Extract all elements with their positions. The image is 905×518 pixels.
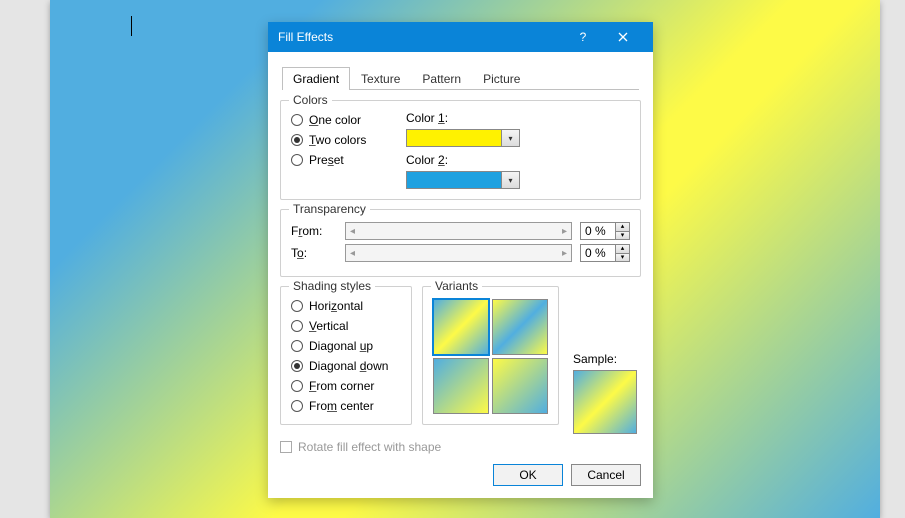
radio-label: One color — [309, 113, 361, 127]
close-button[interactable] — [603, 22, 643, 52]
radio-label: Two colors — [309, 133, 366, 147]
radio-one-color[interactable]: One color — [291, 113, 406, 127]
variant-3[interactable] — [433, 358, 489, 414]
radio-icon — [291, 360, 303, 372]
color1-dropdown-button[interactable]: ▾ — [502, 129, 520, 147]
tab-pattern[interactable]: Pattern — [411, 67, 472, 90]
fill-effects-dialog: Fill Effects ? Gradient Texture Pattern … — [268, 22, 653, 498]
radio-label: Horizontal — [309, 299, 363, 313]
radio-from-corner[interactable]: From corner — [291, 379, 401, 393]
close-icon — [618, 32, 628, 42]
from-label: From: — [291, 224, 337, 238]
radio-label: Diagonal up — [309, 339, 373, 353]
radio-icon — [291, 134, 303, 146]
color2-dropdown-button[interactable]: ▾ — [502, 171, 520, 189]
tab-gradient[interactable]: Gradient — [282, 67, 350, 90]
sample-preview — [573, 370, 637, 434]
sample-area: Sample: — [569, 286, 641, 434]
radio-label: Diagonal down — [309, 359, 388, 373]
chevron-down-icon: ▾ — [508, 134, 512, 143]
color1-label: Color 1: — [406, 111, 630, 125]
tab-texture[interactable]: Texture — [350, 67, 411, 90]
radio-icon — [291, 154, 303, 166]
dialog-title: Fill Effects — [278, 30, 563, 44]
rotate-checkbox — [280, 441, 292, 453]
rotate-checkbox-row: Rotate fill effect with shape — [280, 440, 641, 454]
tab-picture[interactable]: Picture — [472, 67, 531, 90]
radio-icon — [291, 380, 303, 392]
shading-group: Shading styles Horizontal Vertical Diago… — [280, 286, 412, 425]
radio-label: From center — [309, 399, 374, 413]
ok-button[interactable]: OK — [493, 464, 563, 486]
color1-swatch[interactable] — [406, 129, 502, 147]
chevron-down-icon: ▾ — [508, 176, 512, 185]
radio-label: Vertical — [309, 319, 348, 333]
slider-left-icon: ◂ — [350, 226, 355, 237]
colors-group-label: Colors — [289, 93, 332, 107]
sample-label: Sample: — [573, 352, 617, 366]
from-spinner[interactable]: ▴▾ — [616, 222, 630, 240]
radio-diagonal-up[interactable]: Diagonal up — [291, 339, 401, 353]
radio-icon — [291, 114, 303, 126]
variant-1[interactable] — [433, 299, 489, 355]
slider-right-icon: ▸ — [562, 248, 567, 259]
to-slider[interactable]: ◂▸ — [345, 244, 572, 262]
transparency-group: Transparency From: ◂▸ 0 % ▴▾ To: ◂▸ 0 % … — [280, 209, 641, 277]
radio-label: Preset — [309, 153, 344, 167]
variants-group: Variants — [422, 286, 559, 425]
spinner-up-icon: ▴ — [616, 244, 630, 253]
cancel-button[interactable]: Cancel — [571, 464, 641, 486]
to-value[interactable]: 0 % — [580, 244, 616, 262]
variant-4[interactable] — [492, 358, 548, 414]
radio-from-center[interactable]: From center — [291, 399, 401, 413]
radio-two-colors[interactable]: Two colors — [291, 133, 406, 147]
from-slider[interactable]: ◂▸ — [345, 222, 572, 240]
variants-label: Variants — [431, 279, 482, 293]
radio-icon — [291, 400, 303, 412]
spinner-up-icon: ▴ — [616, 222, 630, 231]
to-spinner[interactable]: ▴▾ — [616, 244, 630, 262]
color2-swatch[interactable] — [406, 171, 502, 189]
radio-horizontal[interactable]: Horizontal — [291, 299, 401, 313]
radio-preset[interactable]: Preset — [291, 153, 406, 167]
text-cursor — [131, 16, 132, 36]
radio-icon — [291, 320, 303, 332]
slider-right-icon: ▸ — [562, 226, 567, 237]
radio-icon — [291, 340, 303, 352]
radio-diagonal-down[interactable]: Diagonal down — [291, 359, 401, 373]
help-button[interactable]: ? — [563, 22, 603, 52]
variant-2[interactable] — [492, 299, 548, 355]
slider-left-icon: ◂ — [350, 248, 355, 259]
colors-group: Colors One color Two colors Preset — [280, 100, 641, 200]
from-value[interactable]: 0 % — [580, 222, 616, 240]
spinner-down-icon: ▾ — [616, 253, 630, 263]
dialog-titlebar: Fill Effects ? — [268, 22, 653, 52]
to-label: To: — [291, 246, 337, 260]
radio-icon — [291, 300, 303, 312]
shading-group-label: Shading styles — [289, 279, 375, 293]
transparency-group-label: Transparency — [289, 202, 370, 216]
radio-label: From corner — [309, 379, 374, 393]
radio-vertical[interactable]: Vertical — [291, 319, 401, 333]
spinner-down-icon: ▾ — [616, 231, 630, 241]
tab-strip: Gradient Texture Pattern Picture — [282, 66, 639, 90]
color2-label: Color 2: — [406, 153, 630, 167]
rotate-label: Rotate fill effect with shape — [298, 440, 441, 454]
